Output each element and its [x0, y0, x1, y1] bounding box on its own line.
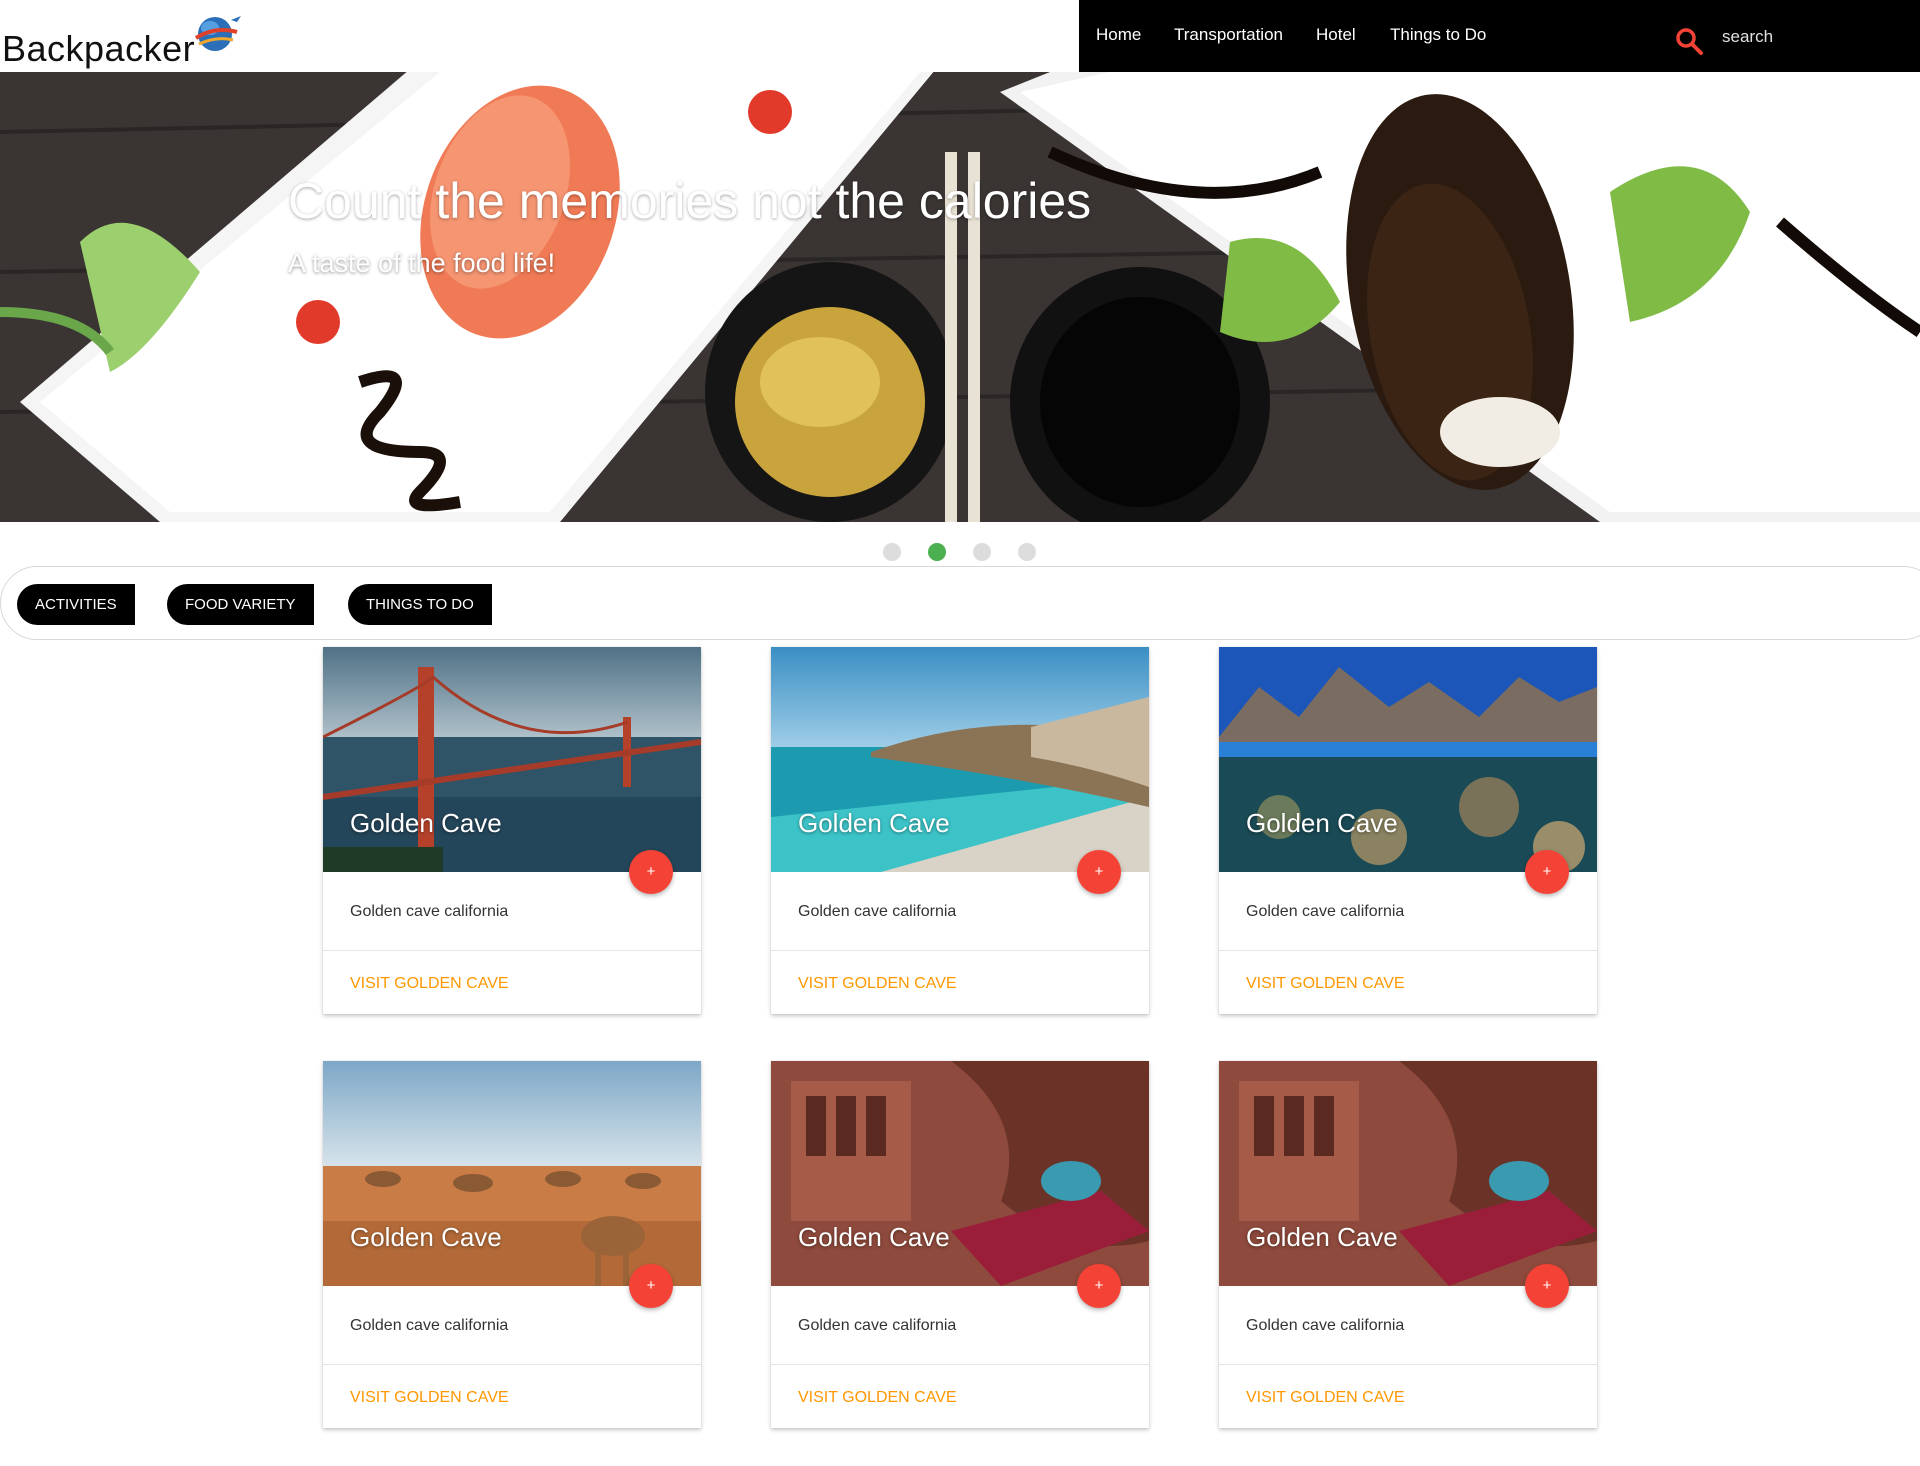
card-title: Golden Cave [798, 1222, 950, 1252]
search-icon[interactable] [1674, 26, 1704, 56]
card-title: Golden Cave [798, 808, 950, 838]
card-divider [771, 950, 1149, 951]
card-description: Golden cave california [798, 903, 957, 920]
destination-card: Golden Cave + Golden cave california VIS… [771, 1061, 1149, 1428]
nav-hotel[interactable]: Hotel [1316, 25, 1356, 45]
card-divider [323, 1364, 701, 1365]
destination-card: Golden Cave + Golden cave california VIS… [323, 1061, 701, 1428]
card-description: Golden cave california [350, 903, 509, 920]
visit-link[interactable]: VISIT GOLDEN CAVE [1246, 1389, 1405, 1407]
card-divider [1219, 950, 1597, 951]
brand-area: Backpacker [0, 0, 1079, 72]
visit-link[interactable]: VISIT GOLDEN CAVE [1246, 975, 1405, 993]
nav-home[interactable]: Home [1096, 25, 1141, 45]
hero-title: Count the memories not the calories [288, 173, 1092, 229]
visit-link[interactable]: VISIT GOLDEN CAVE [350, 975, 509, 993]
card-description: Golden cave california [1246, 1317, 1405, 1334]
add-button[interactable]: + [1077, 850, 1121, 894]
destination-card: Golden Cave + Golden cave california VIS… [323, 647, 701, 1014]
card-description: Golden cave california [350, 1317, 509, 1334]
card-title: Golden Cave [1246, 808, 1398, 838]
card-title: Golden Cave [350, 808, 502, 838]
nav-things-to-do[interactable]: Things to Do [1390, 25, 1486, 45]
destination-card: Golden Cave + Golden cave california VIS… [771, 647, 1149, 1014]
add-button[interactable]: + [629, 1264, 673, 1308]
carousel-dot-2[interactable] [928, 543, 946, 561]
site-header: Backpacker Home Transportation Hotel Thi… [0, 0, 1920, 72]
globe-plane-logo-icon [194, 16, 241, 51]
card-divider [771, 1364, 1149, 1365]
card-description: Golden cave california [1246, 903, 1405, 920]
card-divider [1219, 1364, 1597, 1365]
hero-banner: Count the memories not the calories A ta… [0, 72, 1920, 522]
tab-activities[interactable]: ACTIVITIES [17, 584, 135, 625]
add-button[interactable]: + [629, 850, 673, 894]
card-description: Golden cave california [798, 1317, 957, 1334]
brand-name[interactable]: Backpacker [2, 28, 195, 70]
tab-things-to-do[interactable]: THINGS TO DO [348, 584, 492, 625]
hero-subtitle: A taste of the food life! [288, 248, 556, 278]
carousel-dot-4[interactable] [1018, 543, 1036, 561]
carousel-dot-3[interactable] [973, 543, 991, 561]
add-button[interactable]: + [1525, 850, 1569, 894]
carousel-dot-1[interactable] [883, 543, 901, 561]
hero-food-image [0, 72, 1920, 522]
destination-card: Golden Cave + Golden cave california VIS… [1219, 1061, 1597, 1428]
card-divider [323, 950, 701, 951]
add-button[interactable]: + [1077, 1264, 1121, 1308]
visit-link[interactable]: VISIT GOLDEN CAVE [350, 1389, 509, 1407]
destination-card: Golden Cave + Golden cave california VIS… [1219, 647, 1597, 1014]
tab-food-variety[interactable]: FOOD VARIETY [167, 584, 314, 625]
visit-link[interactable]: VISIT GOLDEN CAVE [798, 1389, 957, 1407]
search-input[interactable] [1722, 22, 1892, 52]
card-title: Golden Cave [1246, 1222, 1398, 1252]
nav-transportation[interactable]: Transportation [1174, 25, 1283, 45]
card-title: Golden Cave [350, 1222, 502, 1252]
visit-link[interactable]: VISIT GOLDEN CAVE [798, 975, 957, 993]
add-button[interactable]: + [1525, 1264, 1569, 1308]
